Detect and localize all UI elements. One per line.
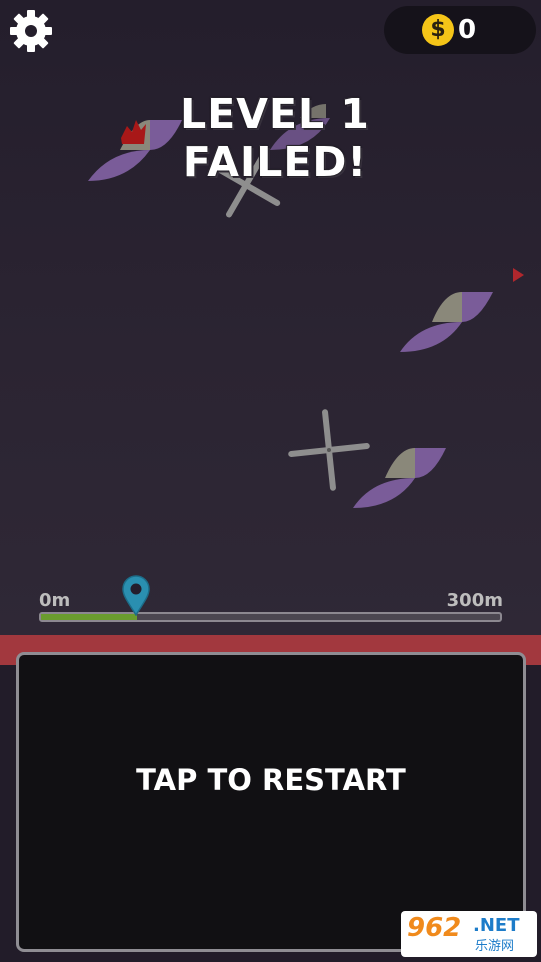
coin-count: 0 (458, 15, 477, 45)
blade-obstacle (400, 292, 493, 352)
blade-obstacle (353, 448, 446, 508)
coin-icon: $ (422, 14, 454, 46)
restart-label: TAP TO RESTART (136, 763, 406, 797)
level-label: LEVEL 1 (180, 90, 370, 138)
coin-counter: $ 0 (384, 6, 536, 54)
restart-button[interactable]: TAP TO RESTART (16, 652, 526, 952)
shuriken-obstacle (288, 409, 370, 491)
offscreen-indicator-icon (513, 268, 524, 282)
progress-end-label: 300m (446, 590, 503, 611)
level-failed-title: LEVEL 1 FAILED! (150, 90, 400, 186)
location-pin-icon (122, 575, 150, 616)
watermark-domain: .NET (473, 915, 520, 936)
failed-label: FAILED! (182, 138, 368, 186)
watermark-site: 乐游网 (475, 939, 515, 954)
progress-start-label: 0m (39, 590, 71, 611)
distance-progress-bar (39, 612, 502, 622)
gear-icon[interactable] (8, 8, 54, 54)
watermark-number: 962 (407, 913, 462, 943)
site-watermark-logo: 962 .NET 乐游网 (401, 911, 537, 957)
